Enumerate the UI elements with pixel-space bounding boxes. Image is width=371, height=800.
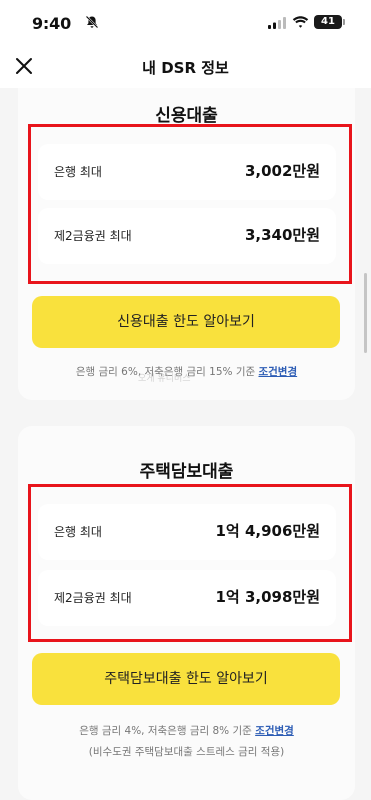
wifi-icon [292, 16, 309, 28]
mortgage-stress-rate-note: (비수도권 주택담보대출 스트레스 금리 적용) [88, 746, 285, 758]
mortgage-secondary-max-row: 제2금융권 최대 1억 3,098만원 [38, 570, 336, 626]
status-bar: 9:40 41 [0, 0, 371, 46]
mortgage-limit-check-button[interactable]: 주택담보대출 한도 알아보기 [32, 653, 340, 705]
app-header: 내 DSR 정보 [0, 46, 371, 88]
status-time: 9:40 [32, 14, 71, 33]
battery-indicator: 41 [314, 15, 345, 29]
mortgage-loan-title: 주택담보대출 [139, 462, 234, 482]
signal-icon [268, 17, 286, 29]
credit-loan-card: 신용대출 은행 최대 3,002만원 제2금융권 최대 3,340만원 신용대출… [18, 88, 355, 400]
scrollbar[interactable] [364, 273, 367, 353]
mortgage-bank-max-row: 은행 최대 1억 4,906만원 [38, 504, 336, 560]
credit-bank-max-row: 은행 최대 3,002만원 [38, 144, 336, 200]
change-condition-link[interactable]: 조건변경 [258, 366, 297, 378]
credit-loan-title: 신용대출 [155, 106, 218, 126]
row-value: 1억 4,906만원 [215, 522, 320, 540]
page-title: 내 DSR 정보 [142, 59, 229, 77]
mortgage-condition-note: 은행 금리 4%, 저축은행 금리 8% 기준 조건변경 [18, 723, 355, 738]
bell-off-icon [85, 15, 99, 29]
change-condition-link[interactable]: 조건변경 [255, 725, 294, 737]
row-value: 3,340만원 [244, 226, 320, 244]
row-label: 은행 최대 [54, 525, 102, 539]
credit-secondary-max-row: 제2금융권 최대 3,340만원 [38, 208, 336, 264]
note-text: 은행 금리 4%, 저축은행 금리 8% 기준 [79, 725, 252, 737]
content-area[interactable]: 신용대출 은행 최대 3,002만원 제2금융권 최대 3,340만원 신용대출… [0, 88, 371, 800]
watermark: 오게 유니버스 [138, 374, 191, 384]
credit-limit-check-button[interactable]: 신용대출 한도 알아보기 [32, 296, 340, 348]
mortgage-loan-card: 주택담보대출 은행 최대 1억 4,906만원 제2금융권 최대 1억 3,09… [18, 426, 355, 800]
row-label: 제2금융권 최대 [54, 591, 132, 605]
row-label: 제2금융권 최대 [54, 229, 132, 243]
row-value: 1억 3,098만원 [215, 588, 320, 606]
row-value: 3,002만원 [244, 162, 320, 180]
row-label: 은행 최대 [54, 165, 102, 179]
